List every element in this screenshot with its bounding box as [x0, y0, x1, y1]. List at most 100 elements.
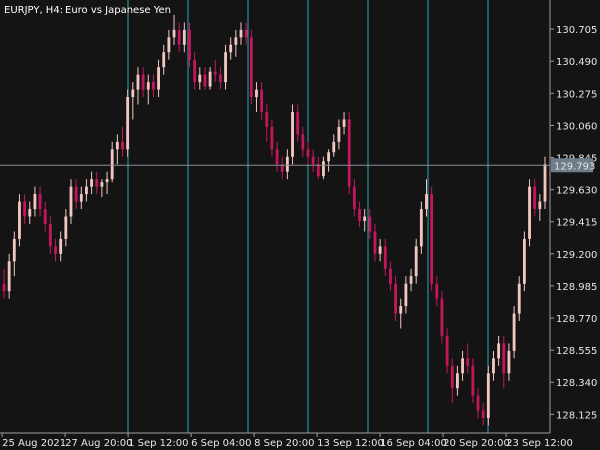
candle-body — [193, 59, 197, 83]
price-tick-label: 128.770 — [556, 314, 597, 325]
candle-body — [270, 126, 274, 150]
candle-body — [229, 44, 233, 53]
candle-body — [394, 283, 397, 314]
candle-body — [249, 37, 253, 98]
time-tick-label: 16 Sep 04:00 — [380, 438, 447, 449]
candle-body — [203, 74, 207, 87]
candle-body — [399, 306, 403, 314]
candle-body — [502, 343, 506, 374]
candle-body — [152, 82, 155, 90]
candle-body — [285, 156, 289, 172]
candle-body — [528, 186, 531, 239]
candle-body — [368, 216, 372, 232]
candle-body — [337, 126, 341, 142]
candle-body — [373, 231, 377, 254]
candle-body — [543, 164, 547, 202]
candle-body — [74, 186, 78, 202]
candle — [430, 186, 434, 292]
candle — [291, 104, 294, 165]
time-tick-label: 6 Sep 04:00 — [191, 438, 251, 449]
time-tick-label: 8 Sep 20:00 — [254, 438, 314, 449]
candle-body — [332, 141, 336, 153]
price-tick-label: 130.490 — [556, 57, 597, 68]
candle-body — [33, 194, 37, 210]
price-tick-label: 129.415 — [556, 218, 597, 229]
candle-body — [172, 29, 176, 38]
candle — [347, 111, 351, 195]
candle-body — [327, 152, 331, 162]
price-chart[interactable]: 130.705130.490130.275130.060129.845129.6… — [0, 0, 600, 450]
candle-body — [306, 149, 310, 157]
candle-body — [517, 283, 521, 314]
candle-body — [188, 29, 191, 60]
candle-body — [64, 216, 68, 239]
candle — [522, 231, 526, 292]
candle — [249, 29, 253, 105]
candle-body — [435, 283, 439, 299]
candle-body — [255, 89, 258, 98]
candle-body — [425, 194, 428, 210]
time-tick-label: 20 Sep 20:00 — [443, 438, 510, 449]
candle — [528, 179, 531, 247]
candle-body — [538, 201, 542, 210]
chart-title: EURJPY, H4: Euro vs Japanese Yen — [4, 5, 171, 16]
candle-body — [363, 216, 367, 221]
candle-body — [95, 179, 99, 187]
candle-body — [224, 52, 227, 83]
candle-body — [466, 358, 470, 366]
candle-body — [131, 89, 135, 98]
candle-body — [234, 37, 238, 45]
price-tick-label: 128.985 — [556, 282, 597, 293]
candle-body — [59, 238, 63, 254]
price-tick-label: 128.555 — [556, 346, 597, 357]
candle-body — [260, 89, 264, 112]
candle-body — [85, 186, 88, 195]
candle-body — [497, 343, 501, 359]
price-tick-label: 128.125 — [556, 410, 597, 421]
candle-body — [136, 74, 140, 90]
candle-body — [54, 246, 57, 254]
candle-body — [419, 209, 423, 247]
price-tick-label: 128.340 — [556, 378, 597, 389]
candle-body — [430, 194, 434, 284]
candle-body — [105, 179, 109, 183]
candle-body — [311, 156, 315, 165]
candle — [419, 201, 423, 254]
candle-body — [162, 52, 166, 68]
candle-body — [275, 149, 279, 165]
candle-body — [79, 194, 83, 202]
current-price-tag: 129.793 — [551, 158, 595, 173]
candle-body — [7, 261, 11, 292]
time-tick-label: 13 Sep 12:00 — [317, 438, 384, 449]
candle-body — [486, 373, 490, 419]
candle — [486, 365, 490, 426]
candle-body — [69, 186, 73, 217]
candle-body — [378, 246, 382, 254]
candle-body — [218, 74, 222, 83]
price-tick-label: 129.630 — [556, 186, 597, 197]
candle-body — [512, 313, 516, 351]
candle-body — [507, 350, 511, 374]
candle-body — [167, 37, 171, 53]
candle-body — [358, 209, 361, 221]
candle — [543, 156, 547, 210]
candle-body — [316, 164, 320, 177]
candle-body — [213, 71, 217, 75]
candle-body — [146, 82, 150, 90]
candle-body — [239, 29, 243, 38]
instrument-name-label: Euro vs Japanese Yen — [65, 5, 171, 16]
candle-body — [352, 186, 356, 210]
candle-body — [157, 67, 160, 90]
candle-body — [455, 373, 459, 389]
symbol-timeframe-label: EURJPY, H4: — [4, 5, 63, 16]
candle-body — [440, 298, 444, 336]
candle-body — [450, 365, 454, 389]
candle-body — [322, 161, 325, 177]
candle-body — [461, 358, 464, 374]
candle-body — [90, 179, 94, 187]
candle-body — [522, 238, 526, 284]
candle-body — [445, 335, 449, 366]
candle-body — [244, 29, 248, 38]
candle-body — [347, 119, 351, 187]
candle-body — [383, 246, 387, 269]
